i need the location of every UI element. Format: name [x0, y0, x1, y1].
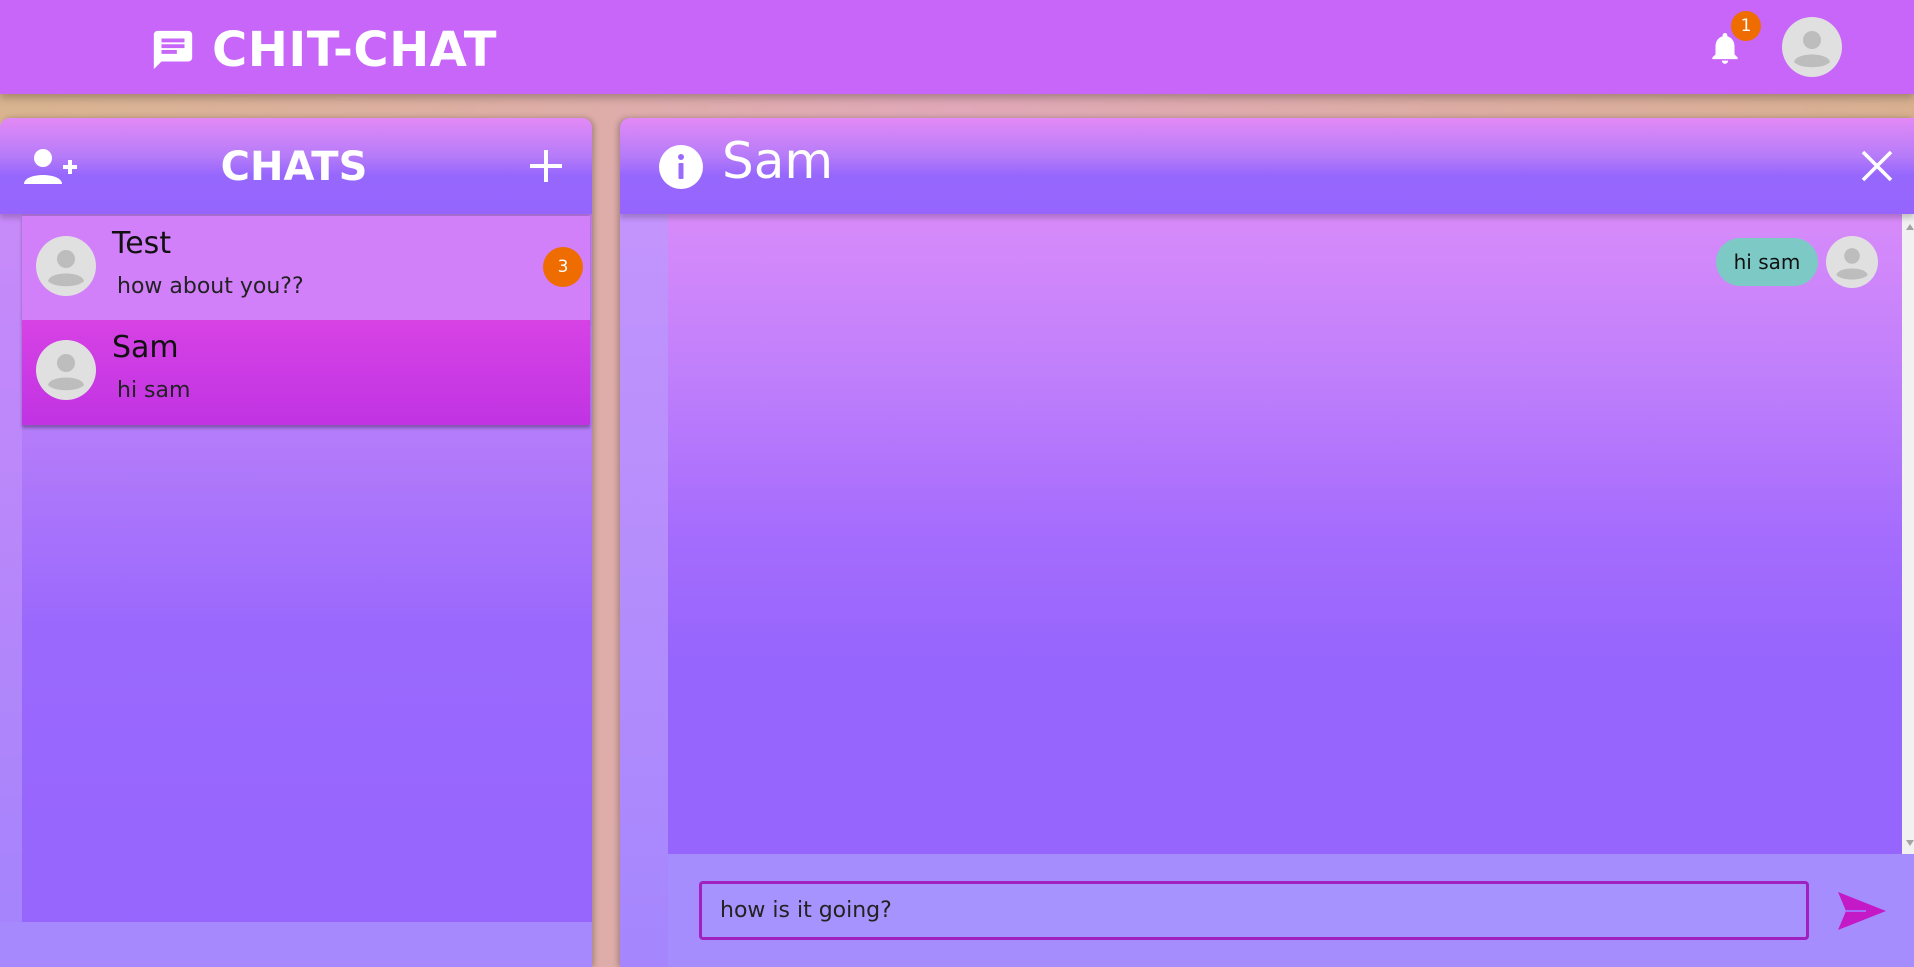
chat-name: Test: [112, 226, 172, 261]
unread-badge: 3: [543, 247, 583, 287]
chat-preview: hi sam: [117, 378, 191, 403]
message-input[interactable]: [699, 881, 1809, 940]
chat-title: Sam: [722, 132, 834, 190]
close-icon[interactable]: [1860, 149, 1894, 183]
scrollbar[interactable]: [1902, 214, 1914, 854]
info-icon[interactable]: [658, 144, 704, 190]
chat-list-item-sam[interactable]: Sam hi sam: [22, 320, 590, 425]
send-icon[interactable]: [1836, 890, 1888, 932]
chat-preview: how about you??: [117, 274, 304, 299]
chat-panel-header: Sam: [620, 118, 1914, 214]
message-bubble: hi sam: [1716, 238, 1818, 286]
chat-panel: Sam hi sam: [620, 118, 1914, 967]
chat-bubble-icon: [153, 30, 193, 70]
message-list[interactable]: [668, 214, 1902, 854]
chats-panel-rail: [0, 214, 22, 967]
avatar: [36, 236, 96, 296]
chat-panel-rail: [620, 214, 668, 967]
chats-panel-footer: [0, 922, 592, 967]
user-avatar[interactable]: [1782, 17, 1842, 77]
notification-badge: 1: [1731, 11, 1761, 41]
app-bar: CHIT-CHAT 1: [0, 0, 1914, 94]
scroll-down-arrow[interactable]: [1906, 840, 1914, 846]
chat-list-item-test[interactable]: Test how about you?? 3: [22, 216, 590, 321]
plus-icon[interactable]: [528, 148, 564, 184]
avatar: [36, 340, 96, 400]
chat-name: Sam: [112, 330, 179, 365]
brand[interactable]: CHIT-CHAT: [150, 22, 497, 78]
app-title: CHIT-CHAT: [212, 22, 497, 78]
scroll-up-arrow[interactable]: [1906, 224, 1914, 230]
chats-title: CHATS: [220, 144, 368, 190]
chats-panel-header: CHATS: [0, 118, 592, 214]
message-avatar: [1826, 236, 1878, 288]
